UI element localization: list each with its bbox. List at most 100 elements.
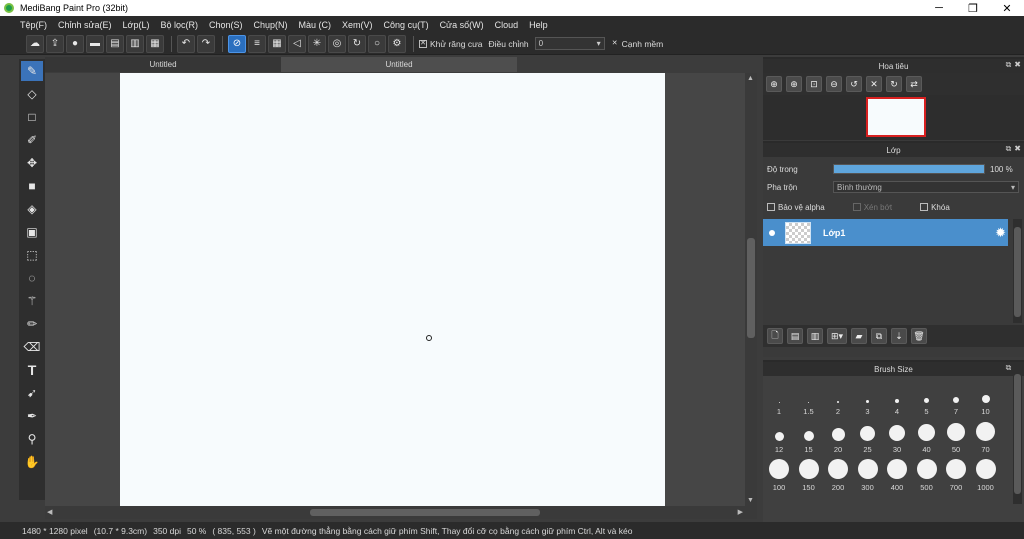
- snap-grid-icon[interactable]: ▦: [268, 34, 286, 53]
- scroll-thumb[interactable]: [1014, 374, 1021, 494]
- brush-size-option[interactable]: 30: [883, 418, 911, 454]
- magic-wand-icon[interactable]: ⚚: [21, 291, 43, 311]
- close-button[interactable]: ✕: [990, 0, 1024, 16]
- snap-radial-icon[interactable]: ✳: [308, 34, 326, 53]
- rotate-left-icon[interactable]: ↺: [846, 76, 862, 92]
- brush-scrollbar[interactable]: [1013, 364, 1022, 504]
- scroll-right-icon[interactable]: ▶: [738, 508, 743, 516]
- dropper-icon[interactable]: ✒: [21, 406, 43, 426]
- popout-icon[interactable]: ⧉: [1006, 60, 1012, 70]
- brush-size-option[interactable]: 7: [942, 380, 970, 416]
- snap-parallel-icon[interactable]: ≡: [248, 34, 266, 53]
- protect-alpha-checkbox[interactable]: Bảo vệ alpha: [767, 203, 825, 212]
- brush-size-option[interactable]: 100: [765, 456, 793, 492]
- lasso-icon[interactable]: ◌: [21, 268, 43, 288]
- snap-ellipse-icon[interactable]: ○: [368, 34, 386, 53]
- brush-size-option[interactable]: 4: [883, 380, 911, 416]
- clipping-checkbox[interactable]: Xén bớt: [852, 203, 892, 212]
- fit-icon[interactable]: ⊡: [806, 76, 822, 92]
- lock-checkbox[interactable]: Khóa: [920, 203, 950, 212]
- brush-size-option[interactable]: 5: [913, 380, 941, 416]
- move-icon[interactable]: ✥: [21, 153, 43, 173]
- menu-help[interactable]: Help: [529, 20, 548, 30]
- minimize-button[interactable]: ─: [922, 0, 956, 16]
- brush-size-option[interactable]: 10: [972, 380, 1000, 416]
- pages-icon[interactable]: ▥: [126, 34, 144, 53]
- menu-layer[interactable]: Lớp(L): [123, 20, 150, 30]
- menu-window[interactable]: Cửa số(W): [440, 20, 484, 30]
- fill-rect-icon[interactable]: ■: [21, 176, 43, 196]
- duplicate-icon[interactable]: ⧉: [871, 328, 887, 344]
- snap-concentric-icon[interactable]: ◎: [328, 34, 346, 53]
- gradient-icon[interactable]: ▣: [21, 222, 43, 242]
- zoom-in-alt-icon[interactable]: ⊕: [786, 76, 802, 92]
- trash-icon[interactable]: 🗑: [911, 328, 927, 344]
- pipette-icon[interactable]: ⚲: [21, 429, 43, 449]
- layer-item-selected[interactable]: Lớp1 ✹: [763, 219, 1008, 246]
- navigator-preview[interactable]: [763, 95, 1024, 140]
- menu-edit[interactable]: Chỉnh sửa(E): [58, 20, 112, 30]
- select-pen-icon[interactable]: ✏: [21, 314, 43, 334]
- brush-size-option[interactable]: 3: [854, 380, 882, 416]
- snap-settings-icon[interactable]: ⚙: [388, 34, 406, 53]
- opacity-slider[interactable]: [833, 164, 985, 174]
- redo-icon[interactable]: ↷: [197, 34, 215, 53]
- eraser-icon[interactable]: ◇: [21, 84, 43, 104]
- brush-size-option[interactable]: 15: [795, 418, 823, 454]
- hand-icon[interactable]: ✋: [21, 452, 43, 472]
- brush-size-option[interactable]: 500: [913, 456, 941, 492]
- layer-scrollbar[interactable]: [1013, 219, 1022, 323]
- document-tab-active[interactable]: Untitled: [281, 57, 517, 72]
- scroll-thumb[interactable]: [1014, 227, 1021, 317]
- canvas-area[interactable]: [45, 73, 745, 506]
- menu-view[interactable]: Xem(V): [342, 20, 373, 30]
- canvas-vertical-scrollbar[interactable]: ▲ ▼: [745, 73, 757, 506]
- menu-filter[interactable]: Bộ lọc(R): [160, 20, 198, 30]
- menu-tools[interactable]: Công cụ(T): [384, 20, 429, 30]
- scroll-thumb[interactable]: [310, 509, 540, 516]
- brush-size-option[interactable]: 150: [795, 456, 823, 492]
- brush-size-option[interactable]: 200: [824, 456, 852, 492]
- page-icon[interactable]: ▤: [106, 34, 124, 53]
- panel-icon[interactable]: ▦: [146, 34, 164, 53]
- brush-size-option[interactable]: 20: [824, 418, 852, 454]
- menu-file[interactable]: Tệp(F): [20, 20, 47, 30]
- folder-icon[interactable]: ▰: [851, 328, 867, 344]
- menu-color[interactable]: Màu (C): [299, 20, 332, 30]
- menu-select[interactable]: Chọn(S): [209, 20, 243, 30]
- new-8bit-layer-icon[interactable]: ▥: [807, 328, 823, 344]
- smooth-edge-checkbox[interactable]: ✕ Cạnh mềm: [611, 39, 664, 49]
- flip-icon[interactable]: ⇄: [906, 76, 922, 92]
- brush-size-option[interactable]: 2: [824, 380, 852, 416]
- text-icon[interactable]: T: [21, 360, 43, 380]
- brush-size-option[interactable]: 50: [942, 418, 970, 454]
- snap-off-icon[interactable]: ⊘: [228, 34, 246, 53]
- canvas-paper[interactable]: [120, 73, 665, 506]
- brush-size-option[interactable]: 12: [765, 418, 793, 454]
- fullscreen-icon[interactable]: ✕: [866, 76, 882, 92]
- rotate-right-icon[interactable]: ↻: [886, 76, 902, 92]
- blend-select[interactable]: Bình thường ▾: [833, 181, 1019, 193]
- maximize-button[interactable]: ❐: [956, 0, 990, 16]
- brush-size-option[interactable]: 40: [913, 418, 941, 454]
- smudge-icon[interactable]: ✐: [21, 130, 43, 150]
- popout-icon[interactable]: ⧉: [1006, 144, 1012, 154]
- brush-icon[interactable]: ✎: [21, 61, 43, 81]
- share-icon[interactable]: ⇪: [46, 34, 64, 53]
- snap-curve-icon[interactable]: ↻: [348, 34, 366, 53]
- new-halftone-layer-icon[interactable]: ▤: [787, 328, 803, 344]
- chat-icon[interactable]: ▬: [86, 34, 104, 53]
- antialias-checkbox[interactable]: ✕ Khử răng cưa: [419, 39, 483, 49]
- brush-size-option[interactable]: 70: [972, 418, 1000, 454]
- zoom-out-icon[interactable]: ⊖: [826, 76, 842, 92]
- snap-perspective-icon[interactable]: ◁: [288, 34, 306, 53]
- select-eraser-icon[interactable]: ⌫: [21, 337, 43, 357]
- scroll-up-icon[interactable]: ▲: [747, 75, 754, 82]
- brush-size-option[interactable]: 400: [883, 456, 911, 492]
- operation-icon[interactable]: ➹: [21, 383, 43, 403]
- new-layer-icon[interactable]: 🗋: [767, 328, 783, 344]
- cloud-icon[interactable]: ☁: [26, 34, 44, 53]
- undo-icon[interactable]: ↶: [177, 34, 195, 53]
- scroll-down-icon[interactable]: ▼: [747, 497, 754, 504]
- zoom-in-icon[interactable]: ⊕: [766, 76, 782, 92]
